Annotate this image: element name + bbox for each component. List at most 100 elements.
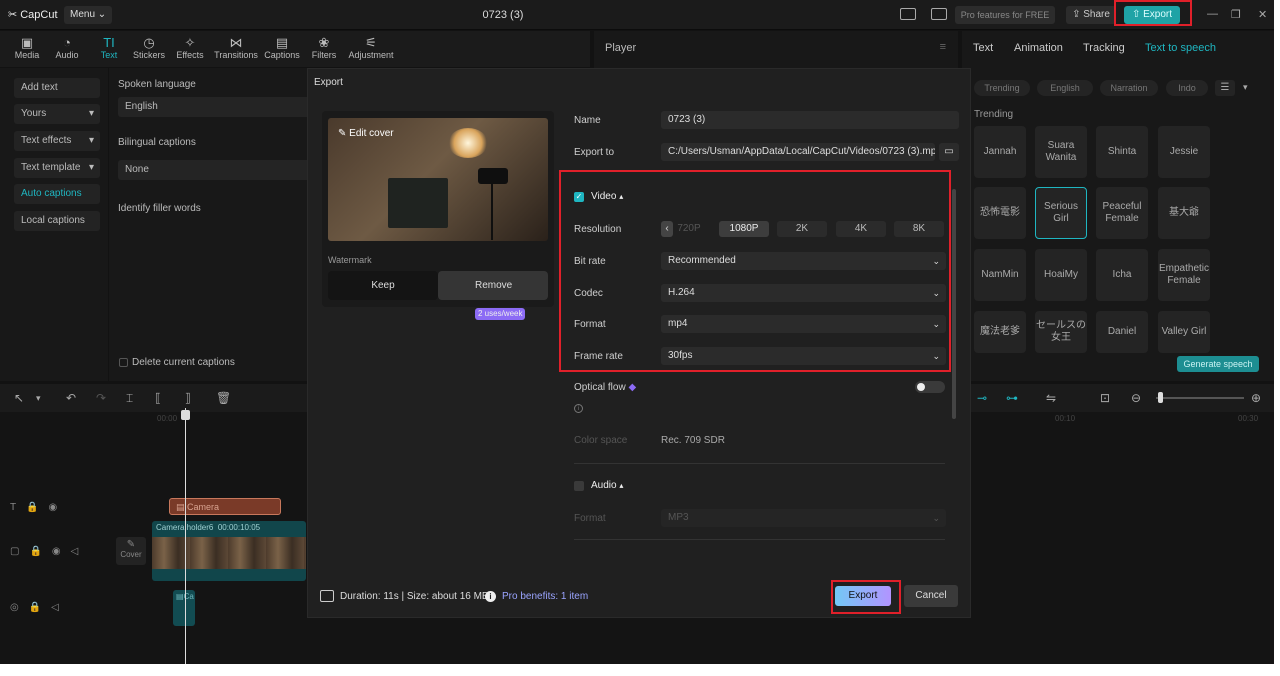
watermark-remove-button[interactable]: Remove 2 uses/week [438, 271, 548, 321]
delete-icon[interactable]: 🗑 [216, 391, 231, 405]
tool-effects[interactable]: ✧ Effects [168, 35, 212, 60]
annotation-highlight-export-button [831, 580, 901, 614]
voice-card[interactable]: Peaceful Female [1096, 187, 1148, 239]
video-track-controls[interactable]: ▢🔒◉◁ [10, 546, 88, 557]
voice-card[interactable]: Valley Girl [1158, 311, 1210, 353]
generate-speech-button[interactable]: Generate speech [1177, 356, 1259, 372]
tab-animation[interactable]: Animation [1014, 42, 1063, 54]
sidebar-item-local-captions[interactable]: Local captions [14, 211, 100, 231]
voice-card[interactable]: 魔法老爹 [974, 311, 1026, 353]
playhead-handle[interactable] [181, 410, 190, 420]
minimize-icon[interactable]: — [1207, 8, 1218, 20]
tool-filters[interactable]: ❀ Filters [302, 35, 346, 60]
spoken-language-label: Spoken language [118, 79, 196, 90]
chip-trending[interactable]: Trending [974, 80, 1030, 96]
settings-scrollbar[interactable] [952, 189, 956, 419]
tab-text-to-speech[interactable]: Text to speech [1145, 42, 1216, 54]
optical-flow-label: Optical flow ◆ [574, 382, 636, 393]
chevron-down-icon[interactable]: ▾ [36, 393, 41, 404]
voice-card[interactable]: HoaiMy [1035, 249, 1087, 301]
redo-icon[interactable]: ↷ [96, 391, 106, 405]
zoom-in-icon[interactable]: ⊕ [1251, 391, 1261, 405]
pro-benefits-link[interactable]: Pro benefits: 1 item [502, 591, 588, 602]
edit-cover-button[interactable]: ✎ Edit cover [338, 128, 394, 139]
share-button[interactable]: ⇪ Share [1066, 6, 1116, 24]
zoom-slider-handle[interactable] [1158, 392, 1163, 403]
audio-format-value: MP3 [668, 512, 689, 523]
text-track-controls[interactable]: T🔒◉ [10, 502, 67, 513]
optical-flow-toggle[interactable] [915, 381, 945, 393]
spoken-language-select[interactable]: English [118, 97, 318, 117]
voice-card[interactable]: Daniel [1096, 311, 1148, 353]
audio-clip[interactable]: ▤Ca [173, 590, 195, 626]
sidebar-item-text-effects[interactable]: Text effects ▾ [14, 131, 100, 151]
annotation-highlight-top-export [1114, 0, 1192, 26]
sidebar-item-yours[interactable]: Yours ▾ [14, 104, 100, 124]
watermark-keep-button[interactable]: Keep [328, 271, 438, 300]
tool-adjustment[interactable]: ⚟ Adjustment [344, 35, 398, 60]
zoom-slider[interactable] [1156, 397, 1244, 399]
voice-card[interactable]: Jessie [1158, 126, 1210, 178]
voice-card[interactable]: 基大爺 [1158, 187, 1210, 239]
tool-audio[interactable]: ◔ Audio [45, 35, 89, 60]
voice-card[interactable]: 恐怖電影 [974, 187, 1026, 239]
link-icon[interactable]: ⊶ [1006, 391, 1018, 405]
audio-checkbox[interactable] [574, 481, 584, 491]
voice-card[interactable]: Jannah [974, 126, 1026, 178]
voice-card-selected[interactable]: Serious Girl [1035, 187, 1087, 239]
tool-label: Media [14, 50, 40, 60]
filter-icon[interactable]: ☰ [1215, 80, 1235, 96]
tab-text[interactable]: Text [973, 42, 993, 54]
video-clip[interactable]: Camera holder6 00:00:10:05 [152, 521, 306, 581]
voice-card[interactable]: Icha [1096, 249, 1148, 301]
name-input[interactable]: 0723 (3) [661, 111, 959, 129]
voice-card[interactable]: NamMin [974, 249, 1026, 301]
cover-button[interactable]: ✎ Cover [116, 537, 146, 565]
pro-features-button[interactable]: Pro features for FREE [955, 6, 1055, 24]
info-icon[interactable]: i [485, 591, 496, 602]
voice-card[interactable]: Shinta [1096, 126, 1148, 178]
restore-icon[interactable]: ❐ [1231, 8, 1241, 21]
zoom-out-icon[interactable]: ⊖ [1131, 391, 1141, 405]
chip-english[interactable]: English [1037, 80, 1093, 96]
voice-card[interactable]: Empathetic Female [1158, 249, 1210, 301]
preview-axis-icon[interactable]: ⇋ [1046, 391, 1056, 405]
audio-track-controls[interactable]: ◎🔒◁ [10, 602, 69, 613]
optical-flow-text: Optical flow [574, 382, 626, 393]
folder-icon[interactable]: ▭ [939, 143, 959, 161]
close-icon[interactable]: ✕ [1258, 8, 1267, 21]
delete-captions-checkbox[interactable] [119, 358, 128, 367]
screen-icon[interactable]: ⊡ [1100, 391, 1110, 405]
edit-cover-label: Edit cover [349, 128, 394, 139]
chip-indo[interactable]: Indo [1166, 80, 1208, 96]
info-icon[interactable]: i [574, 404, 583, 413]
split-left-icon[interactable]: ⟦ [155, 391, 161, 405]
tool-captions[interactable]: ▤ Captions [260, 35, 304, 60]
voice-card[interactable]: セールスの女王 [1035, 311, 1087, 353]
bilingual-captions-select[interactable]: None [118, 160, 318, 180]
tool-stickers[interactable]: ◷ Stickers [127, 35, 171, 60]
magnet-icon[interactable]: ⊸ [977, 391, 987, 405]
tool-text[interactable]: TI Text [87, 35, 131, 60]
layout-icon[interactable] [900, 8, 916, 20]
audio-section-label[interactable]: Audio ▴ [591, 480, 623, 491]
split-right-icon[interactable]: ⟧ [185, 391, 191, 405]
split-icon[interactable]: ⌶ [126, 391, 133, 406]
chip-narration[interactable]: Narration [1100, 80, 1158, 96]
tool-media[interactable]: ▣ Media [5, 35, 49, 60]
export-path-input[interactable]: C:/Users/Usman/AppData/Local/CapCut/Vide… [661, 143, 935, 161]
sidebar-item-auto-captions[interactable]: Auto captions [14, 184, 100, 204]
keyboard-icon[interactable] [931, 8, 947, 20]
undo-icon[interactable]: ↶ [66, 391, 76, 405]
cover-thumbnail[interactable]: ✎ Edit cover [328, 118, 548, 241]
sidebar-item-add-text[interactable]: Add text [14, 78, 100, 98]
voice-card[interactable]: Suara Wanita [1035, 126, 1087, 178]
chevron-down-icon[interactable]: ▾ [1243, 82, 1248, 93]
playhead[interactable] [185, 408, 186, 664]
cancel-button[interactable]: Cancel [904, 585, 958, 607]
hamburger-icon[interactable]: ≡ [940, 41, 946, 53]
tab-tracking[interactable]: Tracking [1083, 42, 1125, 54]
sidebar-item-text-template[interactable]: Text template ▾ [14, 158, 100, 178]
tool-transitions[interactable]: ⋈ Transitions [211, 35, 261, 60]
cursor-icon[interactable]: ↖ [14, 391, 24, 405]
